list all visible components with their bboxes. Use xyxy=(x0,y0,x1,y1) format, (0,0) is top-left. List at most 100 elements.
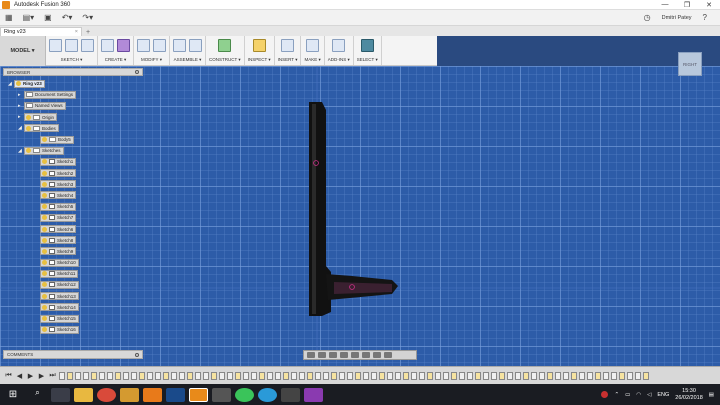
timeline-feature[interactable] xyxy=(403,371,409,380)
timeline-next-button[interactable]: ▶ xyxy=(37,372,46,380)
save-icon[interactable]: ▣ xyxy=(39,13,57,22)
help-icon[interactable]: ? xyxy=(698,13,712,22)
timeline-feature[interactable] xyxy=(387,371,393,380)
timeline-feature[interactable] xyxy=(307,371,313,380)
timeline-feature[interactable] xyxy=(91,371,97,380)
timeline-feature[interactable] xyxy=(515,371,521,380)
close-button[interactable]: ✕ xyxy=(698,1,720,9)
chrome-icon[interactable] xyxy=(97,387,116,402)
visibility-bulb-icon[interactable] xyxy=(42,181,47,187)
timeline-feature[interactable] xyxy=(323,371,329,380)
timeline-feature[interactable] xyxy=(219,371,225,380)
timeline-feature[interactable] xyxy=(579,371,585,380)
timeline-feature[interactable] xyxy=(531,371,537,380)
timeline-feature[interactable] xyxy=(451,371,457,380)
show-hidden-icons[interactable]: ⌃ xyxy=(614,392,619,398)
folder-app-icon[interactable] xyxy=(120,387,139,402)
timeline-feature[interactable] xyxy=(171,371,177,380)
timeline-feature[interactable] xyxy=(523,371,529,380)
scripts-add-ins-icon[interactable] xyxy=(332,39,346,52)
visibility-bulb-icon[interactable] xyxy=(42,237,47,243)
timeline-feature[interactable] xyxy=(187,371,193,380)
sketch-group[interactable]: SKETCH ▾ xyxy=(46,36,98,65)
grid-settings-icon[interactable] xyxy=(373,352,381,358)
media-icon[interactable] xyxy=(281,387,300,402)
timeline-first-button[interactable]: ⏮ xyxy=(4,372,13,380)
timeline-feature[interactable] xyxy=(315,371,321,380)
tree-item-named-views[interactable]: ▸ Named Views xyxy=(8,100,148,111)
battery-icon[interactable]: ▭ xyxy=(625,392,630,398)
timeline-feature[interactable] xyxy=(427,371,433,380)
comments-panel[interactable]: COMMENTS xyxy=(3,350,143,359)
browser-header[interactable]: BROWSER xyxy=(3,68,143,76)
select-group[interactable]: SELECT ▾ xyxy=(354,36,382,65)
visibility-bulb-icon[interactable] xyxy=(42,304,47,310)
pan-icon[interactable] xyxy=(329,352,337,358)
inspect-group[interactable]: INSPECT ▾ xyxy=(245,36,275,65)
timeline-feature[interactable] xyxy=(467,371,473,380)
tree-item-sketch[interactable]: Sketch14 xyxy=(8,302,148,313)
tree-item-sketch[interactable]: Sketch16 xyxy=(8,324,148,335)
insert-image-icon[interactable] xyxy=(281,39,295,52)
timeline-feature[interactable] xyxy=(59,371,65,380)
visibility-bulb-icon[interactable] xyxy=(42,159,47,165)
tree-item-document-settings[interactable]: ▸ Document Settings xyxy=(8,89,148,100)
visibility-bulb-icon[interactable] xyxy=(42,271,47,277)
file-menu-icon[interactable]: ▤▾ xyxy=(18,13,40,22)
redo-icon[interactable]: ↷▾ xyxy=(77,13,98,22)
timeline-feature[interactable] xyxy=(123,371,129,380)
timeline-feature[interactable] xyxy=(99,371,105,380)
timeline-feature[interactable] xyxy=(155,371,161,380)
timeline-feature[interactable] xyxy=(491,371,497,380)
timeline-feature[interactable] xyxy=(635,371,641,380)
fillet-icon[interactable] xyxy=(153,39,166,52)
telegram-icon[interactable] xyxy=(258,387,277,402)
timeline-feature[interactable] xyxy=(443,371,449,380)
visibility-bulb-icon[interactable] xyxy=(42,316,47,322)
timeline-feature[interactable] xyxy=(227,371,233,380)
timeline-feature[interactable] xyxy=(571,371,577,380)
browser-pin-icon[interactable] xyxy=(135,70,139,74)
timeline-feature[interactable] xyxy=(259,371,265,380)
insert-group[interactable]: INSERT ▾ xyxy=(275,36,302,65)
measure-icon[interactable] xyxy=(252,39,266,52)
timeline-feature[interactable] xyxy=(619,371,625,380)
timeline-feature[interactable] xyxy=(339,371,345,380)
visibility-bulb-icon[interactable] xyxy=(26,114,31,120)
tree-item-sketch[interactable]: Sketch10 xyxy=(8,257,148,268)
tree-item-sketch[interactable]: Sketch3 xyxy=(8,179,148,190)
timeline-feature[interactable] xyxy=(67,371,73,380)
search-icon[interactable]: ⌕ xyxy=(28,388,47,402)
create-group[interactable]: CREATE ▾ xyxy=(98,36,134,65)
language-indicator[interactable]: ENG xyxy=(657,392,669,398)
construct-group[interactable]: CONSTRUCT ▾ xyxy=(206,36,245,65)
document-tab[interactable]: Ring v23 × xyxy=(0,27,82,36)
volume-icon[interactable]: ◁ xyxy=(647,392,651,398)
fit-icon[interactable] xyxy=(351,352,359,358)
press-pull-icon[interactable] xyxy=(137,39,150,52)
fusion-taskbar-icon[interactable] xyxy=(189,387,208,402)
new-component-icon[interactable] xyxy=(173,39,186,52)
timeline-feature[interactable] xyxy=(587,371,593,380)
create-sketch-icon[interactable] xyxy=(49,39,62,52)
timeline-feature[interactable] xyxy=(131,371,137,380)
timeline-feature[interactable] xyxy=(499,371,505,380)
timeline-feature[interactable] xyxy=(203,371,209,380)
timeline-feature[interactable] xyxy=(291,371,297,380)
timeline-feature[interactable] xyxy=(411,371,417,380)
comments-add-icon[interactable] xyxy=(135,352,139,357)
tree-item-sketch[interactable]: Sketch2 xyxy=(8,168,148,179)
joint-icon[interactable] xyxy=(189,39,202,52)
tree-item-sketch[interactable]: Sketch7 xyxy=(8,212,148,223)
timeline-feature[interactable] xyxy=(299,371,305,380)
rectangle-icon[interactable] xyxy=(81,39,94,52)
job-status-clock-icon[interactable]: ◷ xyxy=(639,13,656,22)
view-cube[interactable]: RIGHT xyxy=(678,52,702,76)
timeline-feature[interactable] xyxy=(507,371,513,380)
visibility-bulb-icon[interactable] xyxy=(26,148,31,154)
form-icon[interactable] xyxy=(117,39,130,52)
workspace-switcher[interactable]: MODEL ▾ xyxy=(0,36,46,66)
timeline-feature[interactable] xyxy=(435,371,441,380)
tree-item-sketch[interactable]: Sketch9 xyxy=(8,246,148,257)
timeline-feature[interactable] xyxy=(83,371,89,380)
